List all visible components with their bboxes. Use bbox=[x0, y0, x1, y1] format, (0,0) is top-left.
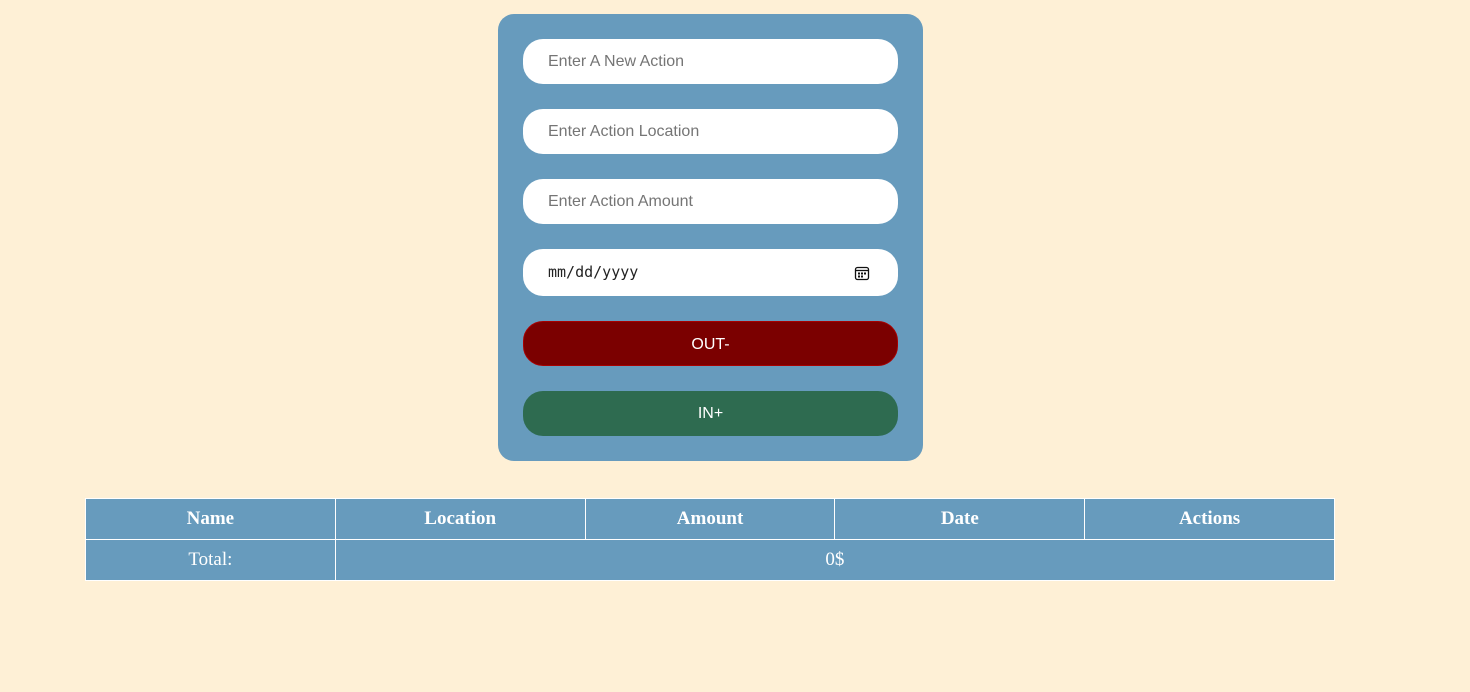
action-name-input[interactable] bbox=[523, 39, 898, 84]
column-header-amount: Amount bbox=[584, 498, 836, 540]
action-date-input[interactable]: mm/dd/yyyy bbox=[523, 249, 898, 296]
action-form-card: mm/dd/yyyy OUT- IN+ bbox=[498, 14, 923, 461]
action-amount-input[interactable] bbox=[523, 179, 898, 224]
actions-table: Name Location Amount Date Actions Total:… bbox=[85, 498, 1336, 581]
calendar-icon[interactable] bbox=[854, 265, 870, 281]
column-header-date: Date bbox=[834, 498, 1086, 540]
column-header-actions: Actions bbox=[1084, 498, 1335, 540]
column-header-name: Name bbox=[85, 498, 336, 540]
total-label: Total: bbox=[85, 539, 336, 581]
date-placeholder: mm/dd/yyyy bbox=[548, 263, 639, 281]
total-row: Total: 0$ bbox=[85, 539, 1336, 581]
action-location-input[interactable] bbox=[523, 109, 898, 154]
out-button[interactable]: OUT- bbox=[523, 321, 898, 366]
column-header-location: Location bbox=[334, 498, 586, 540]
in-button[interactable]: IN+ bbox=[523, 391, 898, 436]
table-header-row: Name Location Amount Date Actions bbox=[85, 498, 1335, 540]
total-value: 0$ bbox=[334, 539, 1336, 581]
